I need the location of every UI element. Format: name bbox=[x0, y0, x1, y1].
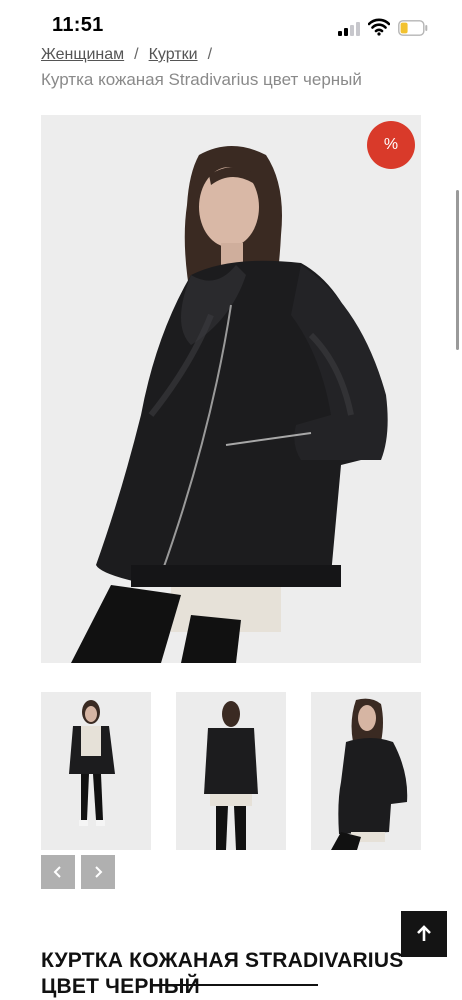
status-time: 11:51 bbox=[52, 14, 104, 36]
breadcrumb: Женщинам / Куртки / bbox=[41, 46, 222, 64]
product-main-image[interactable] bbox=[41, 115, 421, 663]
status-bar: 11:51 bbox=[0, 0, 462, 44]
page-scrollbar[interactable] bbox=[456, 190, 459, 350]
breadcrumb-link-jackets[interactable]: Куртки bbox=[149, 46, 198, 63]
breadcrumb-separator: / bbox=[134, 46, 139, 63]
thumbnail-illustration bbox=[41, 692, 151, 850]
product-thumbnail-2[interactable] bbox=[176, 692, 286, 850]
title-overlay-line bbox=[158, 984, 318, 986]
breadcrumb-link-women[interactable]: Женщинам bbox=[41, 46, 124, 63]
arrow-up-icon bbox=[417, 925, 431, 941]
product-thumbnail-3[interactable] bbox=[311, 692, 421, 850]
product-thumbnail-1[interactable] bbox=[41, 692, 151, 850]
battery-icon bbox=[398, 20, 428, 36]
product-title: КУРТКА КОЖАНАЯ STRADIVARIUS ЦВЕТ ЧЕРНЫЙ bbox=[41, 949, 404, 998]
chevron-right-icon bbox=[95, 866, 103, 878]
gallery-prev-button[interactable] bbox=[41, 855, 75, 889]
thumbnail-illustration bbox=[311, 692, 421, 850]
product-photo-illustration bbox=[41, 115, 421, 663]
wifi-icon bbox=[368, 18, 390, 36]
cellular-signal-icon bbox=[338, 22, 362, 36]
breadcrumb-current: Куртка кожаная Stradivarius цвет черный bbox=[41, 70, 362, 89]
thumbnail-illustration bbox=[176, 692, 286, 850]
chevron-left-icon bbox=[53, 866, 61, 878]
breadcrumb-separator: / bbox=[207, 46, 213, 63]
gallery-next-button[interactable] bbox=[81, 855, 115, 889]
discount-badge: % bbox=[367, 121, 415, 169]
